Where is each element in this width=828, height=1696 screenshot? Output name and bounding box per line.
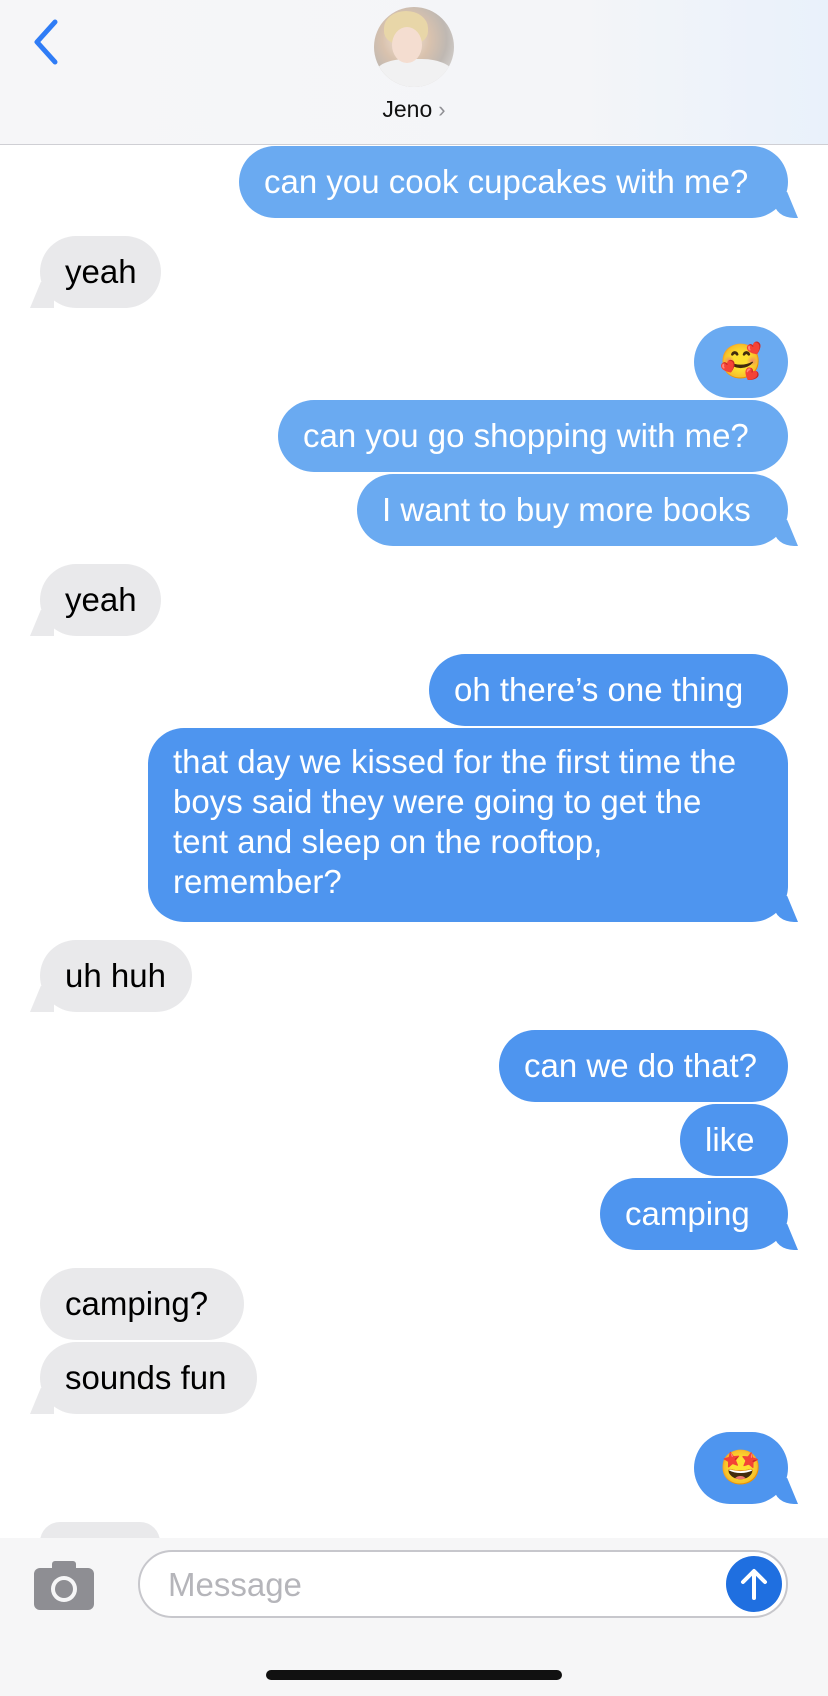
- conversation-header: Jeno ›: [0, 0, 828, 145]
- message-text: yeah: [65, 581, 137, 618]
- message-text: camping?: [65, 1285, 209, 1322]
- message-bubble-sent[interactable]: that day we kissed for the first time th…: [148, 728, 788, 922]
- message-text: yeah: [65, 253, 137, 290]
- message-bubble-sent-emoji[interactable]: 🤩: [694, 1432, 788, 1504]
- message-text: can you go shopping with me?: [303, 417, 749, 454]
- message-bubble-sent-emoji[interactable]: 🥰: [694, 326, 788, 398]
- message-text: sounds fun: [65, 1359, 227, 1396]
- message-bubble-sent[interactable]: can you go shopping with me?: [278, 400, 788, 472]
- contact-name: Jeno: [382, 96, 433, 122]
- arrow-up-icon: [741, 1569, 767, 1600]
- message-text: that day we kissed for the first time th…: [173, 743, 737, 900]
- message-bubble-sent[interactable]: oh there’s one thing: [429, 654, 788, 726]
- message-bubble-received[interactable]: yeah: [40, 564, 161, 636]
- chevron-right-icon: ›: [438, 97, 446, 122]
- message-bubble-sent[interactable]: like: [680, 1104, 788, 1176]
- message-text: like: [705, 1121, 755, 1158]
- contact-name-button[interactable]: Jeno ›: [0, 96, 828, 123]
- contact-avatar[interactable]: [374, 7, 454, 87]
- message-bubble-sent[interactable]: camping: [600, 1178, 788, 1250]
- message-bubble-sent[interactable]: can you cook cupcakes with me?: [239, 146, 788, 218]
- message-text: I want to buy more books: [382, 491, 751, 528]
- message-text: uh huh: [65, 957, 166, 994]
- message-bubble-received[interactable]: uh huh: [40, 940, 192, 1012]
- message-text: can we do that?: [524, 1047, 757, 1084]
- home-indicator[interactable]: [266, 1670, 562, 1680]
- message-text: camping: [625, 1195, 750, 1232]
- camera-icon: [34, 1561, 94, 1610]
- message-text: oh there’s one thing: [454, 671, 744, 708]
- message-bubble-received[interactable]: yeah: [40, 236, 161, 308]
- send-button[interactable]: [726, 1556, 782, 1612]
- message-bubble-received[interactable]: camping?: [40, 1268, 244, 1340]
- back-button[interactable]: [26, 14, 66, 70]
- star-struck-emoji: 🤩: [719, 1449, 763, 1487]
- back-chevron-icon: [34, 19, 58, 65]
- message-field: [138, 1550, 788, 1618]
- message-bubble-received[interactable]: sounds fun: [40, 1342, 257, 1414]
- message-bubble-sent[interactable]: I want to buy more books: [357, 474, 788, 546]
- camera-button[interactable]: [32, 1558, 96, 1612]
- message-bubble-sent[interactable]: can we do that?: [499, 1030, 788, 1102]
- message-text: can you cook cupcakes with me?: [264, 163, 749, 200]
- message-input[interactable]: [166, 1552, 710, 1618]
- smiling-face-hearts-emoji: 🥰: [719, 343, 763, 381]
